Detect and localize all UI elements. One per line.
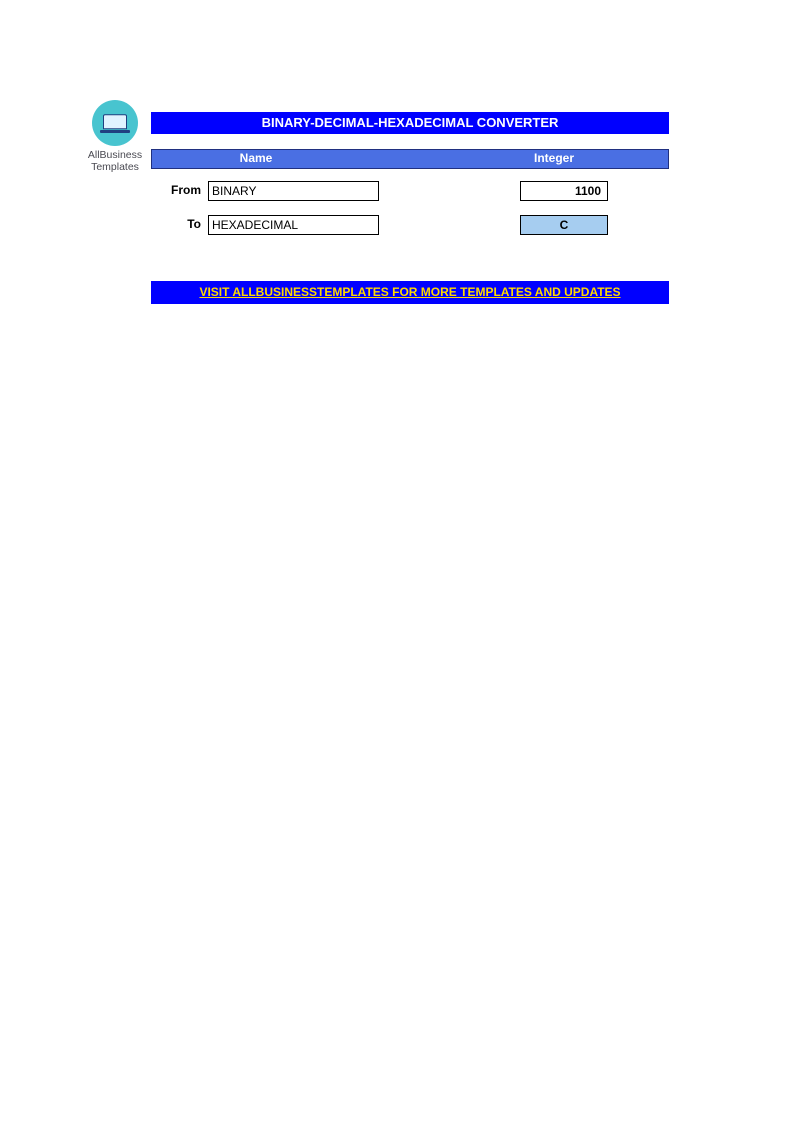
footer-link-bar: VISIT ALLBUSINESSTEMPLATES FOR MORE TEMP… (151, 281, 669, 304)
page: AllBusiness Templates BINARY-DECIMAL-HEX… (0, 0, 795, 1124)
from-integer-input[interactable] (520, 181, 608, 201)
from-name-input[interactable] (208, 181, 379, 201)
to-label: To (149, 217, 201, 231)
to-integer-result: C (520, 215, 608, 235)
footer-link[interactable]: VISIT ALLBUSINESSTEMPLATES FOR MORE TEMP… (199, 285, 620, 299)
to-row: To C (151, 215, 669, 237)
from-label: From (149, 183, 201, 197)
brand-line1: AllBusiness (88, 149, 142, 161)
header-name: Name (196, 151, 316, 165)
brand-line2: Templates (91, 161, 139, 173)
column-headers: Name Integer (151, 149, 669, 169)
brand-logo: AllBusiness Templates (82, 100, 148, 173)
content-area: BINARY-DECIMAL-HEXADECIMAL CONVERTER Nam… (151, 112, 669, 304)
from-row: From (151, 181, 669, 203)
laptop-icon (92, 100, 138, 146)
page-title: BINARY-DECIMAL-HEXADECIMAL CONVERTER (151, 112, 669, 134)
brand-text: AllBusiness Templates (82, 149, 148, 173)
header-integer: Integer (494, 151, 614, 165)
to-name-input[interactable] (208, 215, 379, 235)
